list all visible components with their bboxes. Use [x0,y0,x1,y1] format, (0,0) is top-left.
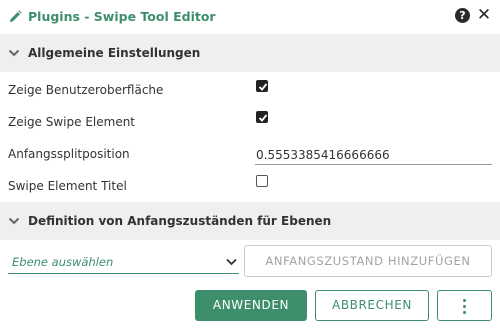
add-initial-state-button[interactable]: ANFANGSZUSTAND HINZUFÜGEN [244,245,492,277]
chevron-down-icon [8,49,20,57]
section-layer-states-title: Definition von Anfangszuständen für Eben… [28,214,332,228]
dialog-title: Plugins - Swipe Tool Editor [28,9,216,24]
swipe-title-label: Swipe Element Titel [8,179,127,193]
layer-select-placeholder: Ebene auswählen [12,255,114,269]
apply-button[interactable]: ANWENDEN [195,290,307,321]
show-ui-label: Zeige Benutzeroberfläche [8,83,164,97]
split-position-label: Anfangssplitposition [8,147,130,161]
pencil-icon [10,10,22,22]
section-general-title: Allgemeine Einstellungen [28,46,201,60]
close-icon[interactable]: ✕ [476,5,492,25]
checkmark-icon [258,83,268,91]
swipe-title-checkbox[interactable] [256,175,268,187]
show-ui-checkbox[interactable] [256,80,268,92]
more-options-button[interactable] [437,290,492,321]
chevron-down-icon [8,217,20,225]
split-position-input[interactable] [255,145,492,165]
checkmark-icon [258,114,268,122]
chevron-down-icon [226,258,237,266]
show-swipe-label: Zeige Swipe Element [8,115,136,129]
dialog-header: Plugins - Swipe Tool Editor ? ✕ [0,0,500,33]
section-general-settings[interactable]: Allgemeine Einstellungen [0,34,500,72]
layer-select[interactable]: Ebene auswählen [8,250,239,274]
help-circle-icon[interactable]: ? [455,8,470,23]
section-layer-states[interactable]: Definition von Anfangszuständen für Eben… [0,202,500,240]
show-swipe-checkbox[interactable] [256,111,268,123]
cancel-button[interactable]: ABBRECHEN [315,290,429,321]
